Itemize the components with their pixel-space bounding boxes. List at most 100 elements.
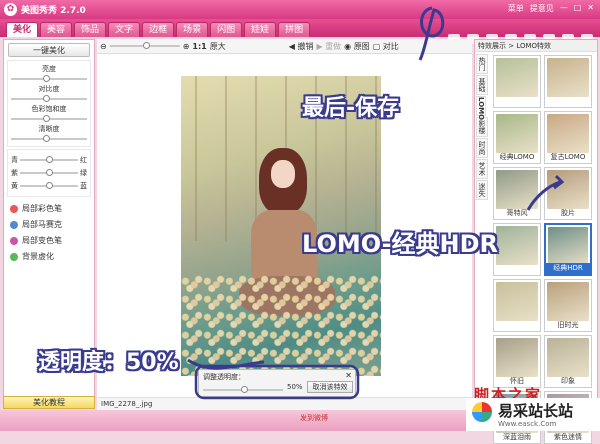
tab-lost[interactable]: 迷失 [476, 180, 488, 200]
tab-fashion[interactable]: 时尚 [476, 138, 488, 158]
effect-label [494, 96, 540, 107]
effect-preview [496, 226, 538, 265]
one-key-beautify-button[interactable]: 一键美化 [8, 43, 90, 57]
tab-basic[interactable]: 基础 [476, 75, 488, 95]
effect-preview [547, 282, 589, 321]
feedback-button[interactable]: 提意见 [530, 3, 554, 14]
effect-thumb[interactable]: 经典LOMO [493, 111, 541, 164]
tab-lomo[interactable]: LOMO [476, 96, 486, 120]
tab-text[interactable]: 文字 [108, 22, 141, 37]
cancel-effect-button[interactable]: 取消该特效 [307, 381, 353, 393]
effect-thumb[interactable] [493, 55, 541, 108]
effect-label [494, 320, 540, 331]
tab-scene[interactable]: 场景 [176, 22, 209, 37]
effect-thumb[interactable]: 怀旧 [493, 335, 541, 388]
effect-label: 哥特风 [506, 209, 528, 217]
effect-label [494, 264, 540, 275]
blue-label: 蓝 [80, 182, 87, 190]
effects-breadcrumb: 特效展示 > LOMO特效 [475, 40, 597, 52]
effect-label: 印象 [561, 377, 575, 385]
annotation-opacity: 透明度：50% [38, 350, 179, 375]
compare-button[interactable]: ▢ 对比 [373, 41, 399, 52]
minimize-button[interactable]: — [560, 3, 568, 14]
title-bar: ✿ 美图秀秀 2.7.0 菜单 提意见 — □ ✕ [0, 0, 600, 19]
tab-studio[interactable]: 影楼 [476, 117, 488, 137]
tab-beauty[interactable]: 美容 [40, 22, 73, 37]
tab-collage[interactable]: 拼图 [278, 22, 311, 37]
main-tabs: 美化 美容 饰品 文字 边框 场景 闪图 娃娃 拼图 打开 保存 拼图 裁剪 旋… [0, 19, 600, 55]
file-name: IMG_2278_.jpg [101, 400, 153, 408]
effect-thumb[interactable]: 胶片 [544, 167, 592, 220]
effect-label: 胶片 [561, 209, 575, 217]
basic-adjust-section: 亮度 对比度 色彩饱和度 清晰度 [7, 60, 91, 147]
mosaic-icon [10, 220, 18, 229]
opacity-panel: 调整透明度： ✕ 50% 取消该特效 [198, 369, 356, 397]
effect-thumb[interactable]: 复古LOMO [544, 111, 592, 164]
tab-art[interactable]: 艺术 [476, 159, 488, 179]
effect-label: 复古LOMO [550, 153, 586, 161]
tab-hot[interactable]: 热门 [476, 54, 488, 74]
share-weibo-link[interactable]: 发到微博 [300, 413, 328, 423]
sharpness-label: 清晰度 [38, 125, 60, 133]
tab-decorations[interactable]: 饰品 [74, 22, 107, 37]
effect-preview [548, 227, 588, 266]
effect-label: 紫色迷情 [554, 433, 582, 441]
close-icon[interactable]: ✕ [345, 371, 352, 380]
app-title: 美图秀秀 2.7.0 [21, 6, 86, 16]
effect-label: 经典HDR [546, 263, 590, 274]
local-color-pen[interactable]: 局部彩色笔 [10, 203, 94, 214]
effect-thumb[interactable] [493, 279, 541, 332]
tab-frame[interactable]: 边框 [142, 22, 175, 37]
tutorial-button[interactable]: 美化教程 [3, 396, 95, 409]
background-blur-tool[interactable]: 背景虚化 [10, 251, 94, 262]
effect-thumb[interactable]: 经典HDR [544, 223, 592, 276]
zoom-out-icon[interactable]: ⊖ [100, 42, 107, 51]
effect-thumb[interactable]: 旧时光 [544, 279, 592, 332]
saturation-slider[interactable] [11, 115, 87, 122]
effect-preview [547, 170, 589, 209]
zoom-ratio: 1:1 [192, 41, 207, 51]
show-original-button[interactable]: ◉ 原图 [344, 41, 370, 52]
effect-thumb[interactable]: 哥特风 [493, 167, 541, 220]
brightness-slider[interactable] [11, 75, 87, 82]
purple-label: 紫 [11, 169, 18, 177]
red-label: 红 [80, 156, 87, 164]
zoom-slider[interactable] [109, 42, 180, 49]
effect-preview [547, 58, 589, 97]
yellow-blue-slider[interactable] [20, 182, 78, 189]
effect-label: 经典LOMO [499, 153, 535, 161]
effect-thumb[interactable] [493, 223, 541, 276]
maximize-button[interactable]: □ [574, 3, 582, 14]
original-size-button[interactable]: 原大 [210, 41, 226, 52]
brightness-label: 亮度 [42, 65, 56, 73]
color-pen-icon [10, 204, 18, 213]
cyan-red-slider[interactable] [20, 156, 78, 163]
blur-icon [10, 252, 18, 261]
contrast-slider[interactable] [11, 95, 87, 102]
menu-button[interactable]: 菜单 [508, 3, 524, 14]
tab-doll[interactable]: 娃娃 [244, 22, 277, 37]
local-recolor-pen[interactable]: 局部变色笔 [10, 235, 94, 246]
status-bar: IMG_2278_.jpg [97, 398, 472, 410]
tab-flash[interactable]: 闪图 [210, 22, 243, 37]
annotation-hdr: LOMO-经典HDR [302, 230, 499, 258]
effect-thumb[interactable] [544, 55, 592, 108]
close-button[interactable]: ✕ [587, 3, 594, 14]
undo-button[interactable]: ◀ 撤销 [289, 41, 314, 52]
sharpness-slider[interactable] [11, 135, 87, 142]
watermark-easck: 易采站长站 Www.easck.Com [466, 398, 600, 431]
redo-button[interactable]: ▶ 重做 [316, 41, 341, 52]
pen-tools: 局部彩色笔 局部马赛克 局部变色笔 背景虚化 [4, 203, 94, 262]
effect-thumb[interactable]: 印象 [544, 335, 592, 388]
tab-beautify[interactable]: 美化 [6, 22, 39, 37]
opacity-slider[interactable] [203, 386, 283, 393]
zoom-in-icon[interactable]: ⊕ [183, 42, 190, 51]
purple-green-slider[interactable] [20, 169, 78, 176]
effect-preview [496, 338, 538, 377]
effect-label: 深蓝泪雨 [503, 433, 531, 441]
effect-preview [496, 114, 538, 153]
contrast-label: 对比度 [38, 85, 60, 93]
cyan-label: 青 [11, 156, 18, 164]
opacity-value: 50% [287, 383, 303, 391]
local-mosaic-pen[interactable]: 局部马赛克 [10, 219, 94, 230]
